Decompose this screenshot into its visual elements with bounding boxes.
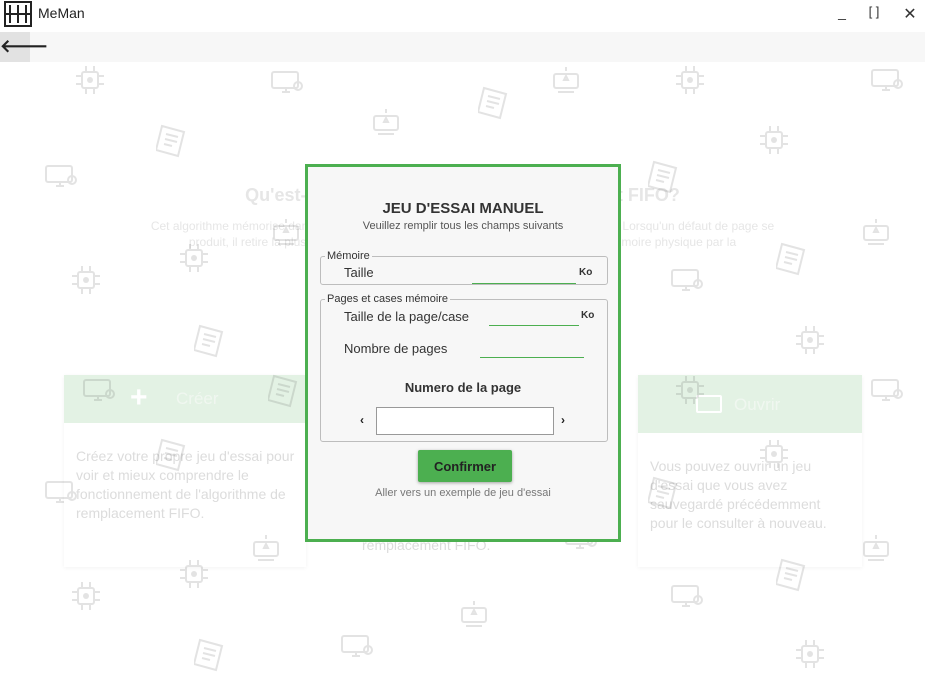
cpu-watermark-icon [672, 372, 708, 408]
doc-watermark-icon [266, 372, 304, 408]
cpu-watermark-icon [756, 436, 792, 472]
chip-watermark-icon [368, 104, 404, 140]
monitor-watermark-icon [42, 474, 78, 510]
doc-watermark-icon [646, 158, 684, 194]
memory-size-label: Taille [344, 265, 374, 280]
chip-watermark-icon [858, 214, 894, 250]
page-size-label: Taille de la page/case [344, 309, 470, 324]
doc-watermark-icon [154, 122, 192, 158]
memory-size-unit: Ko [579, 267, 593, 278]
monitor-watermark-icon [80, 372, 116, 408]
chip-watermark-icon [268, 214, 304, 250]
page-size-unit: Ko [581, 310, 595, 321]
prev-page-arrow-icon[interactable]: ‹ [360, 413, 364, 427]
create-card-title: Créer [176, 389, 219, 408]
app-title: MeMan [38, 5, 85, 21]
dialog-subtitle: Veuillez remplir tous les champs suivant… [362, 220, 564, 232]
memory-group-legend: Mémoire [327, 250, 370, 262]
back-arrow-icon[interactable]: 🡐 [0, 32, 48, 62]
page-number-input[interactable] [376, 407, 554, 435]
chip-watermark-icon [456, 596, 492, 632]
memory-size-input[interactable] [472, 265, 576, 284]
cpu-watermark-icon [672, 62, 708, 98]
page-number-label: Numero de la page [404, 380, 522, 395]
cpu-watermark-icon [792, 322, 828, 358]
toolbar: 🡐 [0, 32, 925, 62]
doc-watermark-icon [476, 84, 514, 120]
cpu-watermark-icon [792, 636, 828, 672]
app-logo-icon [4, 1, 32, 27]
chip-watermark-icon [548, 62, 584, 98]
doc-watermark-icon [646, 474, 684, 510]
doc-watermark-icon [192, 636, 230, 672]
dialog-title: JEU D'ESSAI MANUEL [382, 200, 544, 217]
title-bar: MeMan _ [ ] ✕ [0, 0, 925, 30]
cpu-watermark-icon [176, 240, 212, 276]
monitor-watermark-icon [868, 372, 904, 408]
doc-watermark-icon [774, 240, 812, 276]
cpu-watermark-icon [68, 578, 104, 614]
chip-watermark-icon [858, 530, 894, 566]
maximize-button[interactable]: [ ] [862, 4, 886, 19]
page-count-input[interactable] [480, 339, 584, 358]
cpu-watermark-icon [756, 122, 792, 158]
monitor-watermark-icon [42, 158, 78, 194]
monitor-watermark-icon [668, 578, 704, 614]
minimize-button[interactable]: _ [830, 4, 854, 20]
example-link[interactable]: Aller vers un exemple de jeu d'essai [308, 487, 618, 499]
next-page-arrow-icon[interactable]: › [561, 413, 565, 427]
page-count-label: Nombre de pages [344, 341, 448, 356]
doc-watermark-icon [192, 322, 230, 358]
cpu-watermark-icon [72, 62, 108, 98]
cpu-watermark-icon [176, 556, 212, 592]
chip-watermark-icon [248, 530, 284, 566]
confirm-button[interactable]: Confirmer [418, 450, 512, 482]
monitor-watermark-icon [668, 262, 704, 298]
monitor-watermark-icon [268, 64, 304, 100]
page-size-input[interactable] [489, 307, 579, 326]
monitor-watermark-icon [868, 62, 904, 98]
cpu-watermark-icon [68, 262, 104, 298]
pages-group-legend: Pages et cases mémoire [327, 293, 449, 305]
doc-watermark-icon [774, 556, 812, 592]
doc-watermark-icon [154, 436, 192, 472]
manual-test-dialog: JEU D'ESSAI MANUEL Veuillez remplir tous… [305, 164, 621, 542]
plus-icon: + [130, 381, 148, 414]
open-card-title: Ouvrir [734, 395, 781, 414]
close-button[interactable]: ✕ [898, 4, 922, 24]
